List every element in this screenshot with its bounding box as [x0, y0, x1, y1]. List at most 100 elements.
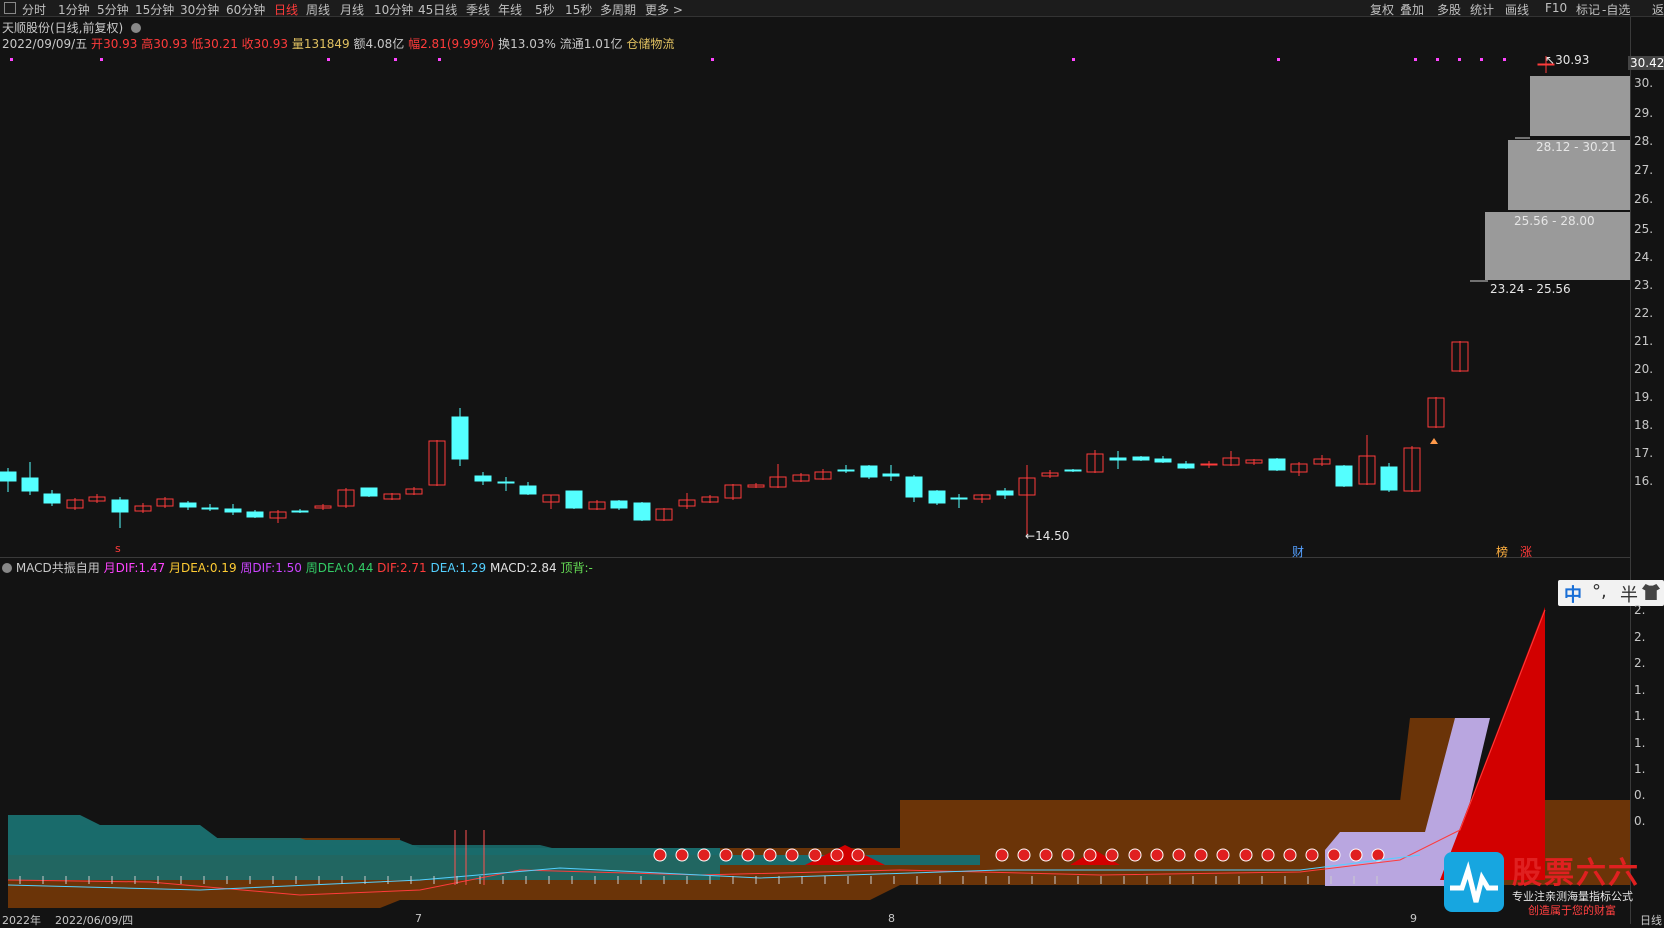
candle-body-52: [1177, 463, 1195, 469]
date-tick-3: 8: [888, 912, 895, 925]
brand-slogan-2: 创造属于您的财富: [1528, 904, 1616, 917]
candle-body-50: [1132, 456, 1150, 461]
candle-body-59: [1335, 465, 1353, 487]
chip-label-1: 28.12 - 30.21: [1536, 140, 1617, 154]
signal-dot-1: [675, 848, 689, 862]
signal-dot-17: [1150, 848, 1164, 862]
magenta-dot-12: [1503, 58, 1506, 61]
low-marker: ←14.50: [1025, 529, 1070, 543]
candle-body-28: [633, 502, 651, 521]
price-tick-14: 17.: [1634, 446, 1654, 460]
magenta-dot-9: [1436, 58, 1439, 61]
price-tick-0: 30.42: [1628, 56, 1664, 70]
signal-dot-7: [808, 848, 822, 862]
ime-toolbar[interactable]: 中 °, 半: [1558, 580, 1664, 606]
macd-tick-6: 1.: [1634, 762, 1646, 776]
brand-logo-icon: [1444, 852, 1504, 912]
ime-punct[interactable]: °,: [1592, 581, 1607, 602]
signal-dot-2: [697, 848, 711, 862]
candle-body-39: [882, 473, 900, 477]
candle-body-53: [1200, 463, 1218, 466]
tag-zhang[interactable]: 涨: [1520, 543, 1532, 560]
tag-s: s: [115, 542, 121, 555]
signal-dot-19: [1194, 848, 1208, 862]
candle-body-16: [360, 487, 378, 497]
candle-body-21: [474, 475, 492, 482]
signal-dot-3: [719, 848, 733, 862]
candle-body-2: [43, 493, 61, 504]
signal-dot-5: [763, 848, 777, 862]
candle-body-0: [0, 471, 17, 482]
signal-dot-23: [1283, 848, 1297, 862]
chart-canvas: [0, 56, 1630, 908]
tag-bang[interactable]: 榜: [1496, 543, 1508, 560]
magenta-dot-2: [327, 58, 330, 61]
candle-body-9: [201, 507, 219, 510]
macd-tick-0: 2.: [1634, 603, 1646, 617]
low-marker-value: 14.50: [1035, 529, 1070, 543]
candle-body-13: [291, 510, 309, 513]
magenta-dot-7: [1277, 58, 1280, 61]
date-tick-2: 7: [415, 912, 422, 925]
price-tick-7: 24.: [1634, 250, 1654, 264]
candle-body-40: [905, 476, 923, 498]
price-tick-12: 19.: [1634, 390, 1654, 404]
signal-dot-26: [1349, 848, 1363, 862]
signal-dot-0: [653, 848, 667, 862]
macd-tick-1: 2.: [1634, 630, 1646, 644]
candle-body-1: [21, 477, 39, 492]
candle-body-25: [565, 490, 583, 509]
tag-cai[interactable]: 财: [1292, 543, 1304, 560]
magenta-dot-11: [1480, 58, 1483, 61]
price-tick-10: 21.: [1634, 334, 1654, 348]
date-tick-0: 2022年: [2, 914, 41, 927]
candle-body-11: [246, 511, 264, 518]
candle-body-42: [950, 497, 968, 500]
signal-dot-4: [741, 848, 755, 862]
price-tick-2: 29.: [1634, 106, 1654, 120]
signal-dot-24: [1305, 848, 1319, 862]
candle-body-44: [996, 490, 1014, 496]
price-tick-3: 28.: [1634, 134, 1654, 148]
candle-body-37: [837, 469, 855, 472]
candle-body-5: [111, 499, 129, 513]
magenta-dot-1: [100, 58, 103, 61]
signal-dot-14: [1083, 848, 1097, 862]
price-tick-11: 20.: [1634, 362, 1654, 376]
macd-tick-2: 2.: [1634, 656, 1646, 670]
candle-body-20: [451, 416, 469, 460]
signal-dot-16: [1128, 848, 1142, 862]
price-tick-15: 16.: [1634, 474, 1654, 488]
price-tick-8: 23.: [1634, 278, 1654, 292]
magenta-dot-6: [1072, 58, 1075, 61]
signal-dot-25: [1327, 848, 1341, 862]
signal-dot-10: [995, 848, 1009, 862]
magenta-dot-10: [1458, 58, 1461, 61]
candle-body-22: [497, 481, 515, 484]
date-tick-4: 9: [1410, 912, 1417, 925]
signal-dot-9: [851, 848, 865, 862]
price-tick-6: 25.: [1634, 222, 1654, 236]
macd-tick-4: 1.: [1634, 709, 1646, 723]
up-arrow-marker: [1430, 438, 1438, 444]
signal-dot-22: [1261, 848, 1275, 862]
candle-body-61: [1380, 466, 1398, 491]
candle-body-38: [860, 465, 878, 478]
candle-body-51: [1154, 458, 1172, 463]
price-tick-4: 27.: [1634, 163, 1654, 177]
chip-label-3: 23.24 - 25.56: [1490, 282, 1571, 296]
candle-body-27: [610, 500, 628, 509]
magenta-dot-5: [711, 58, 714, 61]
signal-dot-8: [830, 848, 844, 862]
chip-bar-0: [1530, 76, 1630, 136]
macd-tick-7: 0.: [1634, 788, 1646, 802]
shirt-icon[interactable]: [1642, 584, 1660, 600]
chip-label-2: 25.56 - 28.00: [1514, 214, 1595, 228]
high-marker-value: 30.93: [1555, 53, 1590, 67]
brand-name: 股票六六: [1512, 856, 1640, 891]
macd-tick-8: 0.: [1634, 814, 1646, 828]
candle-body-47: [1064, 469, 1082, 472]
magenta-dot-0: [10, 58, 13, 61]
ime-lang[interactable]: 中: [1564, 581, 1582, 607]
price-tick-5: 26.: [1634, 192, 1654, 206]
